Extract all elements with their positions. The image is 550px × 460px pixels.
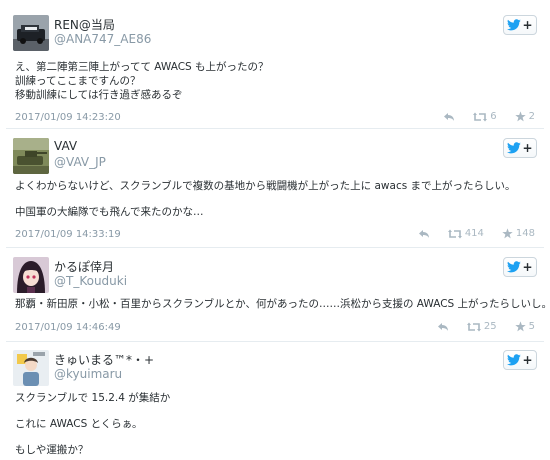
tweet-card: REN@当局 @ANA747_AE86 + え、第二陣第三陣上がってて AWAC… — [0, 15, 550, 127]
avatar[interactable] — [13, 350, 49, 386]
star-icon — [514, 321, 526, 332]
star-icon — [514, 111, 526, 122]
avatar[interactable] — [13, 15, 49, 51]
display-name[interactable]: REN@当局 — [54, 16, 115, 33]
tweet-text-line: よくわからないけど、スクランブルで複数の基地から戦闘機が上がった上に awacs… — [15, 180, 516, 192]
user-handle[interactable]: @kyuimaru — [54, 367, 122, 381]
twitter-bird-icon — [507, 142, 522, 154]
tweet-card: VAV @VAV_JP + よくわからないけど、スクランブルで複数の基地から戦闘… — [0, 138, 550, 250]
retweet-icon — [466, 322, 481, 331]
tweet-card: かるぽ倖月 @T_Kouduki + 那覇・新田原・小松・百里からスクランブルと… — [0, 257, 550, 341]
user-handle[interactable]: @T_Kouduki — [54, 274, 127, 288]
like-button[interactable]: 2 — [514, 111, 535, 122]
retweet-count: 414 — [464, 228, 484, 239]
twitter-bird-icon — [507, 354, 522, 366]
retweet-button[interactable]: 6 — [473, 111, 497, 122]
plus-icon: + — [522, 353, 533, 367]
reply-button[interactable] — [443, 112, 455, 122]
display-name[interactable]: かるぽ倖月 — [54, 258, 114, 275]
follow-button[interactable]: + — [503, 138, 537, 158]
timestamp[interactable]: 2017/01/09 14:23:20 — [15, 112, 121, 123]
tweet-text-line: 中国軍の大編隊でも飛んで来たのかな… — [15, 206, 204, 218]
tweet-actions: 414 148 — [418, 228, 535, 239]
divider — [6, 128, 544, 129]
twitter-bird-icon — [507, 19, 522, 31]
retweet-button[interactable]: 25 — [466, 321, 497, 332]
tweet-text-line: スクランブルで 15.2.4 が集結か — [15, 392, 171, 404]
display-name[interactable]: VAV — [54, 139, 77, 153]
like-button[interactable]: 148 — [502, 228, 535, 239]
tweet-card: きゅいまる™*・+ @kyuimaru + スクランブルで 15.2.4 が集結… — [0, 350, 550, 460]
divider — [6, 247, 544, 248]
timestamp[interactable]: 2017/01/09 14:46:49 — [15, 322, 121, 333]
timestamp[interactable]: 2017/01/09 14:33:19 — [15, 229, 121, 240]
retweet-button[interactable]: 414 — [447, 228, 484, 239]
retweet-count: 6 — [490, 111, 497, 122]
tweet-actions: 6 2 — [443, 111, 535, 122]
retweet-count: 25 — [483, 321, 497, 332]
like-count: 5 — [528, 321, 535, 332]
plus-icon: + — [522, 141, 533, 155]
reply-button[interactable] — [418, 229, 430, 239]
like-button[interactable]: 5 — [514, 321, 535, 332]
tweet-text-line: これに AWACS とくらぁ。 — [15, 418, 143, 430]
user-handle[interactable]: @ANA747_AE86 — [54, 32, 151, 46]
reply-icon — [437, 322, 448, 331]
avatar[interactable] — [13, 138, 49, 174]
tweet-text-line: もしや運搬か？ — [15, 444, 89, 456]
retweet-icon — [473, 112, 488, 121]
tweet-text-line: え、第二陣第三陣上がってて AWACS も上がったの？ — [15, 61, 269, 73]
like-count: 148 — [515, 228, 535, 239]
follow-button[interactable]: + — [503, 350, 537, 370]
plus-icon: + — [522, 260, 533, 274]
user-handle[interactable]: @VAV_JP — [54, 155, 106, 169]
follow-button[interactable]: + — [503, 15, 537, 35]
twitter-bird-icon — [507, 261, 522, 273]
display-name[interactable]: きゅいまる™*・+ — [54, 351, 154, 368]
follow-button[interactable]: + — [503, 257, 537, 277]
avatar[interactable] — [13, 257, 49, 293]
star-icon — [502, 228, 513, 239]
plus-icon: + — [522, 18, 533, 32]
retweet-icon — [447, 229, 462, 238]
divider — [6, 341, 544, 342]
reply-button[interactable] — [437, 322, 449, 332]
tweet-text-line: 訓練ってここまですんの？ — [15, 75, 141, 87]
tweet-actions: 25 5 — [437, 321, 535, 332]
tweet-text-line: 那覇・新田原・小松・百里からスクランブルとか、何があったの……浜松から支援の A… — [15, 298, 550, 310]
reply-icon — [444, 112, 455, 121]
like-count: 2 — [528, 111, 535, 122]
reply-icon — [418, 229, 429, 238]
tweet-text-line: 移動訓練にしては行き過ぎ感あるぞ — [15, 89, 183, 101]
